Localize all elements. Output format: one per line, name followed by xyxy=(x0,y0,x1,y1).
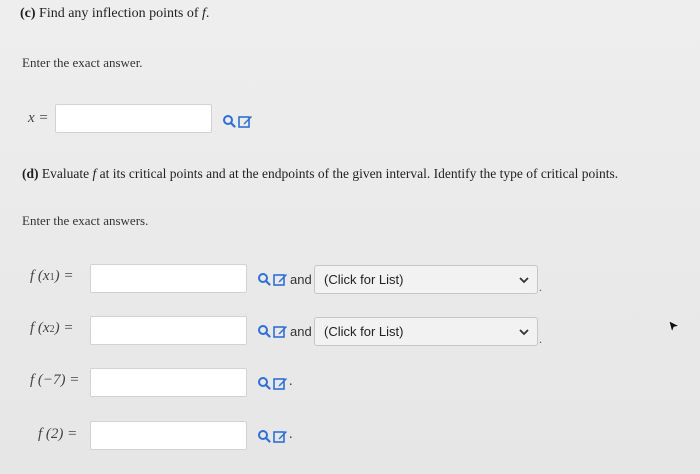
f-x1-label-close: ) = xyxy=(54,268,74,284)
f-x1-label: f (x1) = xyxy=(30,268,73,285)
part-d-text-before: Evaluate xyxy=(41,166,90,181)
f-2-label: f (2) = xyxy=(38,426,78,442)
mouse-cursor-icon xyxy=(668,320,680,333)
f-neg7-tools xyxy=(257,376,288,390)
search-icon[interactable] xyxy=(257,324,271,338)
f-x1-tools xyxy=(257,272,288,286)
search-icon[interactable] xyxy=(257,272,271,286)
part-d-label: (d) xyxy=(22,166,39,181)
search-icon[interactable] xyxy=(257,429,271,443)
part-c-label: (c) xyxy=(20,6,36,21)
part-c-end: . xyxy=(205,6,210,21)
search-icon[interactable] xyxy=(222,114,236,128)
part-d-heading: (d) Evaluate f at its critical points an… xyxy=(22,166,618,182)
edit-icon[interactable] xyxy=(273,324,288,338)
part-c-instruction: Enter the exact answer. xyxy=(22,55,143,70)
trailing-period: . xyxy=(289,427,293,442)
f-x1-label-arg: (x xyxy=(37,268,50,284)
select-value: (Click for List) xyxy=(324,272,404,287)
edit-icon[interactable] xyxy=(273,272,288,286)
edit-icon[interactable] xyxy=(273,429,288,443)
select-trailing-dot: . xyxy=(539,280,542,294)
f-x2-label-close: ) = xyxy=(54,320,74,336)
trailing-period: . xyxy=(289,374,293,389)
part-c-text: Find any inflection points of xyxy=(39,6,199,21)
f-x2-label: f (x2) = xyxy=(30,320,73,337)
f-neg7-label: f (−7) = xyxy=(30,372,80,388)
chevron-down-icon xyxy=(519,276,529,283)
and-text: and xyxy=(290,272,312,287)
chevron-down-icon xyxy=(519,328,529,335)
f-2-tools xyxy=(257,429,288,443)
f-x2-label-arg: (x xyxy=(37,320,50,336)
part-d-instruction: Enter the exact answers. xyxy=(22,213,149,228)
critical-point-type-select-1[interactable]: (Click for List) xyxy=(314,265,538,294)
part-c-tools xyxy=(222,114,253,128)
f-neg7-input[interactable] xyxy=(90,368,247,397)
edit-icon[interactable] xyxy=(273,376,288,390)
search-icon[interactable] xyxy=(257,376,271,390)
f-2-input[interactable] xyxy=(90,421,247,450)
x-label: x = xyxy=(28,110,49,126)
select-trailing-dot: . xyxy=(539,332,542,346)
inflection-answer-input[interactable] xyxy=(55,104,212,133)
f-x2-input[interactable] xyxy=(90,316,247,345)
part-d-func: f xyxy=(92,166,97,181)
f-x2-label-f: f xyxy=(30,320,35,336)
f-x2-tools xyxy=(257,324,288,338)
select-value: (Click for List) xyxy=(324,324,404,339)
f-x1-input[interactable] xyxy=(90,264,247,293)
critical-point-type-select-2[interactable]: (Click for List) xyxy=(314,317,538,346)
edit-icon[interactable] xyxy=(238,114,253,128)
part-d-text-after: at its critical points and at the endpoi… xyxy=(99,166,619,181)
f-x1-label-f: f xyxy=(30,268,35,284)
and-text: and xyxy=(290,324,312,339)
part-c-heading: (c) Find any inflection points of f. xyxy=(20,6,209,22)
